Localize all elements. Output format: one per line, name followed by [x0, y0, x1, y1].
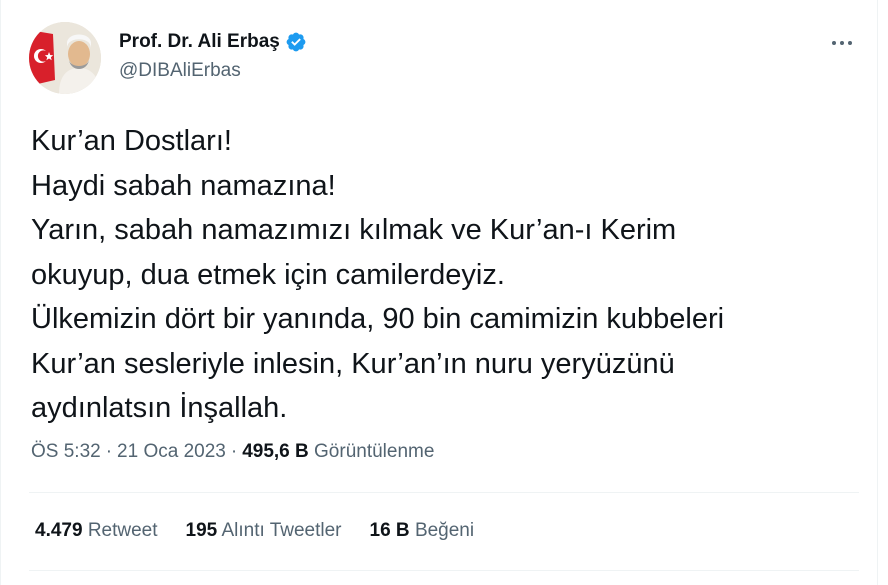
tweet-card: Prof. Dr. Ali Erbaş @DIBAliErbas Kur’an … — [0, 0, 878, 585]
name-row: Prof. Dr. Ali Erbaş — [119, 30, 307, 54]
tweet-line: Haydi sabah namazına! — [31, 169, 336, 202]
quotes-label: Alıntı Tweetler — [221, 520, 342, 541]
retweets-count: 4.479 — [35, 520, 83, 541]
tweet-line: okuyup, dua etmek için camilerdeyiz. — [31, 258, 505, 291]
author-block: Prof. Dr. Ali Erbaş @DIBAliErbas — [119, 30, 307, 82]
quotes-stat[interactable]: 195 Alıntı Tweetler — [186, 520, 342, 542]
meta-separator: · — [105, 441, 113, 462]
retweets-label: Retweet — [87, 520, 158, 541]
tweet-text: Kur’an Dostları! Haydi sabah namazına! Y… — [31, 119, 871, 431]
tweet-line: Yarın, sabah namazımızı kılmak ve Kur’an… — [31, 214, 677, 246]
tweet-meta: ÖS 5:32 · 21 Oca 2023 · 495,6 B Görüntülenme — [31, 441, 434, 463]
likes-label: Beğeni — [414, 520, 475, 541]
views-count: 495,6 B — [242, 441, 309, 462]
views-label: Görüntülenme — [314, 441, 435, 462]
avatar[interactable] — [29, 22, 101, 94]
tweet-line: Ülkemizin dört bir yanında, 90 bin camim… — [31, 303, 725, 335]
tweet-date[interactable]: 21 Oca 2023 — [117, 441, 226, 462]
author-handle[interactable]: @DIBAliErbas — [119, 60, 307, 82]
more-options-icon[interactable] — [827, 32, 857, 54]
likes-stat[interactable]: 16 B Beğeni — [370, 520, 475, 542]
quotes-count: 195 — [185, 520, 218, 541]
verified-badge-icon — [285, 31, 307, 53]
display-name[interactable]: Prof. Dr. Ali Erbaş — [119, 31, 280, 53]
engagement-stats: 4.479 Retweet 195 Alıntı Tweetler 16 B B… — [35, 520, 502, 542]
tweet-header: Prof. Dr. Ali Erbaş @DIBAliErbas — [29, 22, 859, 96]
tweet-line: aydınlatsın İnşallah. — [31, 392, 288, 424]
avatar-image — [29, 22, 101, 94]
meta-separator: · — [230, 441, 238, 462]
divider — [29, 492, 859, 493]
retweets-stat[interactable]: 4.479 Retweet — [35, 520, 158, 542]
divider — [29, 570, 859, 571]
likes-count: 16 B — [369, 520, 410, 541]
tweet-line: Kur’an Dostları! — [31, 125, 232, 157]
tweet-time[interactable]: ÖS 5:32 — [31, 441, 101, 462]
tweet-line: Kur’an sesleriyle inlesin, Kur’an’ın nur… — [31, 347, 675, 380]
